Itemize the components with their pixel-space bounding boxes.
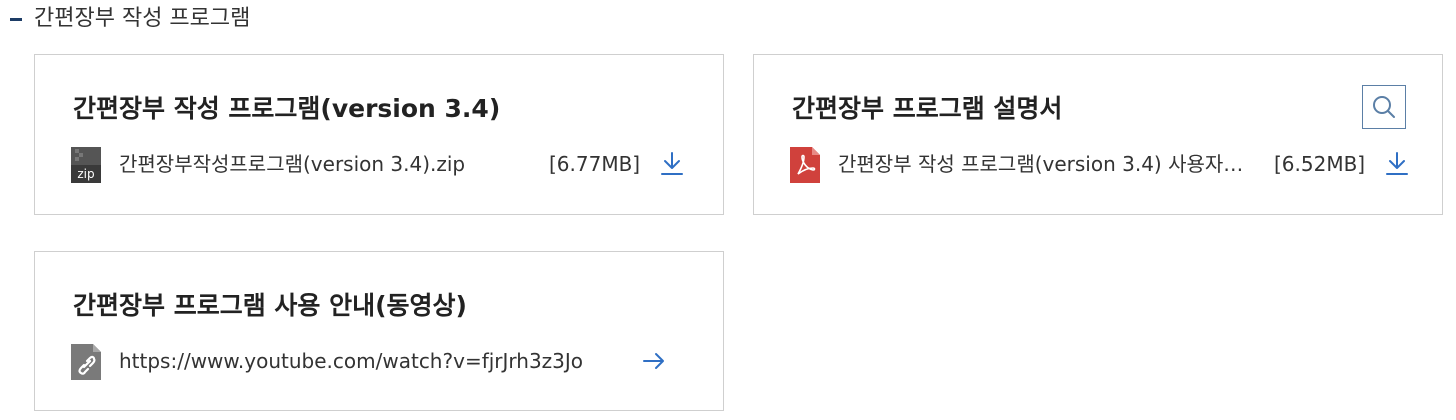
download-icon[interactable] — [1384, 150, 1410, 178]
zip-file-icon-label: zip — [77, 167, 94, 181]
section-collapse-bar[interactable] — [10, 18, 22, 21]
preview-button[interactable] — [1362, 85, 1406, 129]
program-file-size: [6.77MB] — [549, 152, 641, 176]
pdf-file-icon — [790, 147, 820, 183]
download-icon[interactable] — [659, 150, 685, 178]
program-card-title: 간편장부 작성 프로그램(version 3.4) — [73, 94, 501, 123]
section-title: 간편장부 작성 프로그램 — [34, 6, 251, 31]
manual-file-name[interactable]: 간편장부 작성 프로그램(version 3.4) 사용자 설명서.pdf — [838, 149, 1248, 179]
video-link-row: https://www.youtube.com/watch?v=fjrJrh3z… — [71, 344, 709, 380]
zip-file-icon: zip — [71, 147, 101, 183]
search-icon — [1373, 96, 1395, 118]
program-file-row: zip 간편장부작성프로그램(version 3.4).zip [6.77MB] — [71, 147, 709, 183]
link-icon — [71, 344, 101, 380]
manual-file-size: [6.52MB] — [1274, 152, 1366, 176]
manual-card: 간편장부 프로그램 설명서 간편장부 작성 프로그램(version 3.4) … — [753, 54, 1443, 215]
manual-file-row: 간편장부 작성 프로그램(version 3.4) 사용자 설명서.pdf [6… — [790, 147, 1428, 183]
manual-card-title: 간편장부 프로그램 설명서 — [792, 94, 1063, 123]
program-card: 간편장부 작성 프로그램(version 3.4) zip 간편장부작성프로그램… — [34, 54, 724, 215]
video-link-url[interactable]: https://www.youtube.com/watch?v=fjrJrh3z… — [119, 346, 583, 376]
video-card-title: 간편장부 프로그램 사용 안내(동영상) — [73, 291, 467, 320]
program-file-name[interactable]: 간편장부작성프로그램(version 3.4).zip — [119, 149, 465, 179]
video-card: 간편장부 프로그램 사용 안내(동영상) https://www.youtube… — [34, 251, 724, 411]
arrow-right-icon[interactable] — [641, 347, 667, 375]
